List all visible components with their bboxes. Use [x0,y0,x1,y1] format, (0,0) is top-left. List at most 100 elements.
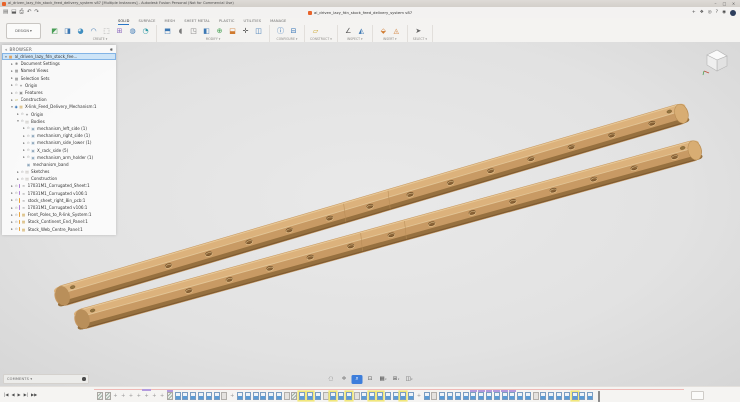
timeline-feature[interactable] [354,392,360,400]
timeline-feature[interactable] [330,392,336,400]
browser-row[interactable]: ▾⊙▤Bodies [2,118,116,125]
collapse-panel-icon[interactable]: « [5,47,7,52]
pan-tool[interactable]: ✛ [339,375,350,384]
browser-row[interactable]: ▸⊙∞17031M1_Corrugated_Sheet:1 [2,182,116,189]
timeline-feature[interactable] [408,392,414,400]
comments-bar[interactable]: COMMENTS ▾ [3,374,89,384]
browser-row[interactable]: ▸✱Document Settings [2,60,116,67]
timeline-feature[interactable] [361,392,367,400]
orbit-tool[interactable]: ◌ [326,375,337,384]
timeline-feature[interactable] [393,392,399,400]
gear-icon[interactable]: ✱ [110,47,113,52]
timeline-feature[interactable] [237,392,243,400]
close-button[interactable]: × [729,0,738,7]
timeline-go-to-start-button[interactable]: |◀ [4,391,8,399]
help-icon[interactable]: ? [716,8,718,17]
browser-row[interactable]: ▸▱Construction [2,96,116,103]
display-settings-menu[interactable]: ▦▾ [378,375,389,384]
visibility-eye-icon[interactable]: ⊙ [14,191,19,195]
timeline-feature[interactable]: + [229,392,235,400]
timeline-position-marker[interactable] [598,391,600,402]
timeline-step-forward-button[interactable]: ▶| [24,391,28,399]
hole-icon[interactable]: ◍ [127,26,138,37]
offset-face-icon[interactable]: ⬓ [227,26,238,37]
visibility-eye-icon[interactable]: ⊙ [14,220,19,224]
pattern-icon[interactable]: ⊞ [114,26,125,37]
zoom-tool[interactable]: ⌕ [352,375,363,384]
timeline-feature[interactable] [315,392,321,400]
timeline-feature[interactable] [377,392,383,400]
timeline-feature[interactable] [221,392,227,400]
measure-icon[interactable]: ∠ [343,26,354,37]
browser-row[interactable]: ▸⊙∞stock_sheet_right_8in_pcb:1 [2,197,116,204]
timeline-feature[interactable] [424,392,430,400]
browser-row[interactable]: ▸⊙∞17031M1_Corrugated v106:1 [2,190,116,197]
timeline-feature[interactable] [385,392,391,400]
configuration-table-icon[interactable]: ⊟ [288,26,299,37]
timeline-feature[interactable] [182,392,188,400]
timeline-feature[interactable] [276,392,282,400]
construction-plane-icon[interactable]: ▱ [310,26,321,37]
export-button[interactable]: ⎙ [19,8,23,17]
box-primitive-icon[interactable]: ⬚ [101,26,112,37]
combine-icon[interactable]: ⊕ [214,26,225,37]
browser-row[interactable]: ▸⊙▤Construction [2,175,116,182]
extensions-icon[interactable]: ❖ [700,8,704,17]
browser-row[interactable]: ▸▦Named Views [2,67,116,74]
timeline-feature[interactable] [447,392,453,400]
extrude-icon[interactable]: ◨ [62,26,73,37]
timeline-feature[interactable] [548,392,554,400]
timeline-feature[interactable] [198,392,204,400]
browser-row[interactable]: ▸⊙▣mechanism_side_lower (1) [2,139,116,146]
browser-row[interactable]: ▸▦Selection Sets [2,75,116,82]
browser-row[interactable]: ▣mechanism_band [2,161,116,168]
browser-row[interactable]: ▸⊙▣Features [2,89,116,96]
insert-mesh-icon[interactable]: ◬ [391,26,402,37]
browser-row[interactable]: ▾◉▦X-link_Feed_Delivery_Mechanism:1 [2,103,116,110]
timeline-feature[interactable] [431,392,437,400]
press-pull-icon[interactable]: ⬒ [162,26,173,37]
browser-row[interactable]: ▾▦al_driven_lazy_fdn_stock_fee... [2,53,116,60]
timeline-feature[interactable]: + [120,392,126,400]
minimize-button[interactable]: – [711,0,720,7]
timeline-feature[interactable] [260,392,266,400]
visibility-eye-icon[interactable]: ⊙ [14,213,19,217]
timeline-feature[interactable] [346,392,352,400]
timeline-feature[interactable] [323,392,329,400]
viewport-canvas[interactable]: « BROWSER ✱ ▾▦al_driven_lazy_fdn_stock_f… [0,42,740,386]
browser-row[interactable]: ▸⊙▣mechanism_right_side (1) [2,132,116,139]
timeline-feature[interactable] [486,392,492,400]
draft-icon[interactable]: ◧ [201,26,212,37]
timeline-feature[interactable] [97,392,103,400]
timeline-step-back-button[interactable]: ◀ [11,391,14,399]
add-document-tab-button[interactable]: + [692,8,696,17]
timeline-feature[interactable] [369,392,375,400]
timeline-feature[interactable] [494,392,500,400]
sweep-icon[interactable]: ◠ [88,26,99,37]
document-tab[interactable]: al_driven_lazy_fdn_stock_feed_delivery_s… [308,8,412,17]
timeline-feature[interactable] [478,392,484,400]
browser-row[interactable]: ▸⊙▦Stock_Continent_End_Panel:1 [2,218,116,225]
viewports-menu[interactable]: ◫▾ [404,375,415,384]
browser-row[interactable]: ▸⊙▦Stock_Web_Centre_Panel:1 [2,226,116,233]
view-cube[interactable] [700,46,732,78]
timeline-feature[interactable]: + [144,392,150,400]
ribbon-tab-solid[interactable]: SOLID [118,18,129,25]
coil-icon[interactable]: ◔ [140,26,151,37]
timeline-feature[interactable] [587,392,593,400]
visibility-eye-icon[interactable]: ⊙ [14,227,19,231]
job-status-icon[interactable]: ◎ [708,8,712,17]
timeline-feature[interactable] [190,392,196,400]
notifications-bell-icon[interactable]: ◉ [722,8,726,17]
grid-settings-menu[interactable]: ⊞▾ [391,375,402,384]
move-copy-icon[interactable]: ✛ [240,26,251,37]
timeline-feature[interactable] [291,392,297,400]
ribbon-tab-utilities[interactable]: UTILITIES [243,18,261,25]
timeline-play-button[interactable]: ▶ [18,391,21,399]
browser-row[interactable]: ▸⊙▣mechanism_arm_holder (1) [2,154,116,161]
browser-row[interactable]: ▸⊙⌖Origin [2,82,116,89]
insert-derive-icon[interactable]: ⬙ [378,26,389,37]
timeline-feature[interactable] [299,392,305,400]
workspace-selector[interactable]: DESIGN ▾ [6,23,41,39]
browser-row[interactable]: ▸⊙∞17031M1_Corrugated v106:1 [2,204,116,211]
